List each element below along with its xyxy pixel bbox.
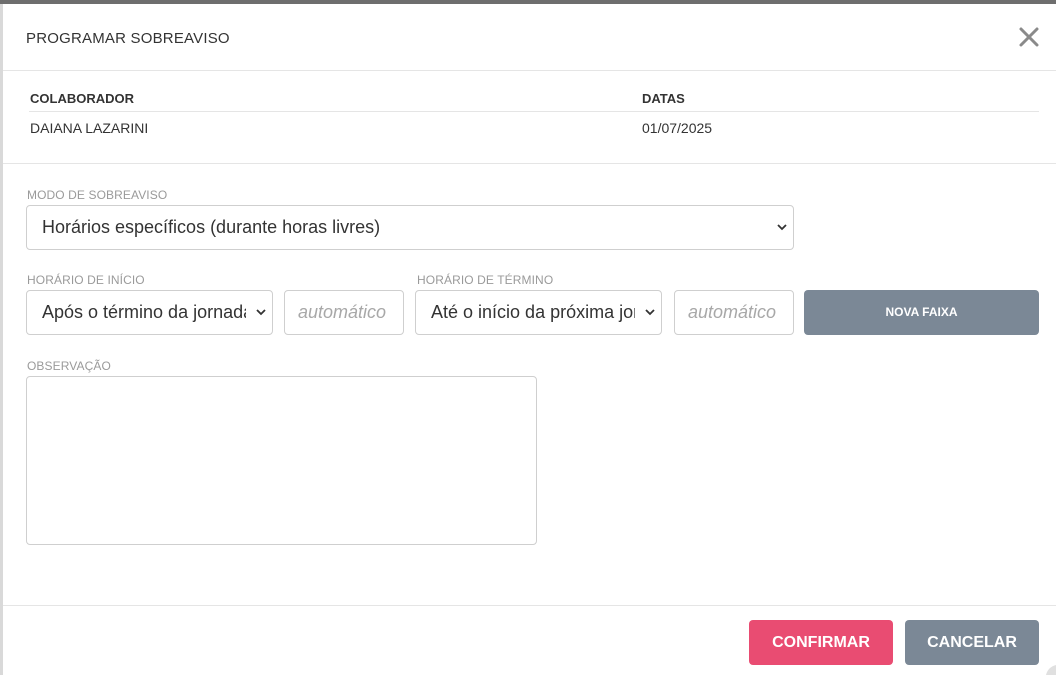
confirm-button[interactable]: CONFIRMAR (749, 620, 893, 665)
mode-select[interactable]: Horários específicos (durante horas livr… (26, 205, 794, 250)
dialog-header: PROGRAMAR SOBREAVISO (3, 4, 1056, 71)
chevron-down-icon (645, 309, 655, 316)
end-time-placeholder: automático (688, 302, 777, 322)
dates-value: 01/07/2025 (642, 120, 713, 136)
footer-divider (3, 605, 1056, 606)
mode-label: MODO DE SOBREAVISO (27, 188, 168, 202)
table-divider (29, 111, 1039, 112)
dates-header: DATAS (642, 91, 685, 106)
start-time-select[interactable]: Após o término da jornada (26, 290, 273, 335)
chevron-down-icon (256, 309, 266, 316)
collaborator-header: COLABORADOR (30, 91, 134, 106)
resize-handle-icon (1046, 665, 1056, 675)
close-icon (1019, 27, 1039, 47)
dialog-title: PROGRAMAR SOBREAVISO (26, 30, 230, 47)
cancel-button[interactable]: CANCELAR (905, 620, 1039, 665)
notes-label: OBSERVAÇÃO (27, 359, 111, 373)
notes-textarea[interactable] (26, 376, 537, 545)
end-time-select-value: Até o início da próxima jornada (431, 302, 635, 322)
start-time-input[interactable]: automático (284, 290, 404, 335)
start-time-select-value: Após o término da jornada (42, 302, 246, 322)
chevron-down-icon (777, 224, 787, 231)
collaborator-value: DAIANA LAZARINI (30, 120, 149, 136)
start-time-label: HORÁRIO DE INÍCIO (27, 273, 145, 287)
start-time-placeholder: automático (298, 302, 387, 322)
new-range-button[interactable]: NOVA FAIXA (804, 290, 1039, 335)
schedule-dialog: PROGRAMAR SOBREAVISO COLABORADOR DATAS D… (3, 4, 1056, 675)
end-time-select[interactable]: Até o início da próxima jornada (415, 290, 662, 335)
end-time-input[interactable]: automático (674, 290, 794, 335)
summary-table: COLABORADOR DATAS DAIANA LAZARINI 01/07/… (3, 70, 1056, 164)
mode-select-value: Horários específicos (durante horas livr… (42, 217, 381, 237)
close-button[interactable] (1016, 24, 1042, 50)
end-time-label: HORÁRIO DE TÉRMINO (417, 273, 554, 287)
